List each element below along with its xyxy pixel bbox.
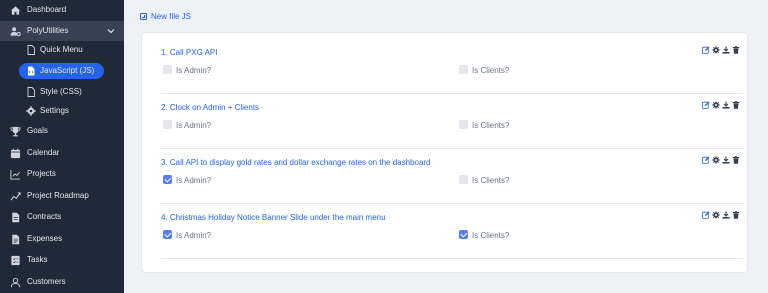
file-icon bbox=[26, 45, 36, 55]
new-file-js-label: New file JS bbox=[151, 12, 192, 21]
edit-icon[interactable] bbox=[702, 211, 710, 220]
is-clients-label: Is Clients? bbox=[472, 176, 510, 185]
plus-square-icon bbox=[140, 13, 147, 20]
sidebar-item-goals[interactable]: Goals bbox=[0, 121, 124, 141]
is-clients-checkbox[interactable] bbox=[459, 230, 468, 239]
expense-icon bbox=[9, 233, 21, 245]
sidebar-item-label: Calendar bbox=[27, 148, 60, 157]
entry-actions bbox=[702, 211, 740, 220]
sidebar-item-label: Tasks bbox=[27, 255, 48, 264]
trophy-icon bbox=[9, 125, 21, 137]
trash-icon[interactable] bbox=[732, 101, 740, 110]
roadmap-icon bbox=[9, 190, 21, 202]
is-clients-checkbox[interactable] bbox=[459, 65, 468, 74]
sidebar-item-customers[interactable]: Customers bbox=[0, 272, 124, 292]
tasks-icon bbox=[9, 254, 21, 266]
trash-icon[interactable] bbox=[732, 46, 740, 55]
is-clients-checkbox[interactable] bbox=[459, 175, 468, 184]
gear-icon[interactable] bbox=[712, 211, 720, 220]
trash-icon[interactable] bbox=[732, 211, 740, 220]
file-icon bbox=[26, 87, 36, 97]
entry-title-link[interactable]: 4. Christmas Holiday Notice Banner Slide… bbox=[161, 213, 386, 222]
is-clients-label: Is Clients? bbox=[472, 121, 510, 130]
gear-icon[interactable] bbox=[712, 46, 720, 55]
sidebar-item-tasks[interactable]: Tasks bbox=[0, 250, 124, 270]
edit-icon[interactable] bbox=[702, 46, 710, 55]
sidebar-item-label: Expenses bbox=[27, 234, 63, 243]
is-admin-checkbox[interactable] bbox=[163, 120, 172, 129]
sidebar-item-label: Settings bbox=[40, 106, 69, 115]
list-item: 3. Call API to display gold rates and do… bbox=[161, 150, 743, 205]
new-file-js-button[interactable]: New file JS bbox=[140, 12, 191, 21]
sidebar-item-label: Dashboard bbox=[27, 5, 67, 14]
contract-icon bbox=[9, 211, 21, 223]
users-icon bbox=[9, 276, 21, 288]
divider bbox=[161, 148, 743, 149]
is-admin-label: Is Admin? bbox=[176, 121, 212, 130]
sidebar-item-polyutilities[interactable]: PolyUtilities bbox=[0, 21, 124, 41]
divider bbox=[161, 93, 743, 94]
sidebar-item-label: Project Roadmap bbox=[27, 191, 89, 200]
sidebar-subitem-javascript[interactable]: JavaScript (JS) bbox=[0, 63, 124, 79]
is-admin-label: Is Admin? bbox=[176, 66, 212, 75]
list-item: 1. Call PXG API Is Admin? Is Clients? bbox=[161, 40, 743, 95]
sidebar-subitem-style[interactable]: Style (CSS) bbox=[0, 84, 124, 100]
is-admin-label: Is Admin? bbox=[176, 231, 212, 240]
entry-title-link[interactable]: 1. Call PXG API bbox=[161, 48, 217, 57]
sidebar-item-projects[interactable]: Projects bbox=[0, 164, 124, 184]
entry-title-link[interactable]: 3. Call API to display gold rates and do… bbox=[161, 158, 431, 167]
sidebar-subitem-quick-menu[interactable]: Quick Menu bbox=[0, 42, 124, 58]
sidebar-item-label: PolyUtilities bbox=[27, 26, 69, 35]
sidebar-item-label: Projects bbox=[27, 169, 56, 178]
sidebar-item-expenses[interactable]: Expenses bbox=[0, 229, 124, 249]
sidebar-subitem-settings[interactable]: Settings bbox=[0, 103, 124, 119]
calendar-icon bbox=[9, 147, 21, 159]
download-icon[interactable] bbox=[722, 156, 730, 165]
is-clients-label: Is Clients? bbox=[472, 231, 510, 240]
download-icon[interactable] bbox=[722, 101, 730, 110]
trash-icon[interactable] bbox=[732, 156, 740, 165]
download-icon[interactable] bbox=[722, 211, 730, 220]
entry-title-link[interactable]: 2. Clock on Admin + Clients bbox=[161, 103, 259, 112]
sidebar-item-label: Customers bbox=[27, 277, 66, 286]
list-item: 4. Christmas Holiday Notice Banner Slide… bbox=[161, 205, 743, 260]
is-admin-checkbox[interactable] bbox=[163, 65, 172, 74]
sidebar-item-label: Contracts bbox=[27, 212, 62, 221]
edit-icon[interactable] bbox=[702, 101, 710, 110]
sidebar-item-label: Goals bbox=[27, 126, 48, 135]
download-icon[interactable] bbox=[722, 46, 730, 55]
divider bbox=[161, 258, 743, 259]
is-admin-checkbox[interactable] bbox=[163, 175, 172, 184]
chart-line-icon bbox=[9, 168, 21, 180]
entry-actions bbox=[702, 156, 740, 165]
sidebar: Dashboard PolyUtilities Quick Menu JavaS… bbox=[0, 0, 124, 293]
sidebar-item-label: Quick Menu bbox=[40, 45, 83, 54]
js-files-card: 1. Call PXG API Is Admin? Is Clients? 2.… bbox=[141, 32, 748, 273]
is-clients-checkbox[interactable] bbox=[459, 120, 468, 129]
sidebar-item-label: Style (CSS) bbox=[40, 87, 82, 96]
gear-icon[interactable] bbox=[712, 156, 720, 165]
sidebar-item-contracts[interactable]: Contracts bbox=[0, 207, 124, 227]
divider bbox=[161, 203, 743, 204]
sidebar-item-calendar[interactable]: Calendar bbox=[0, 143, 124, 163]
home-icon bbox=[9, 4, 21, 16]
gear-icon bbox=[26, 106, 36, 116]
gear-icon[interactable] bbox=[712, 101, 720, 110]
sidebar-item-dashboard[interactable]: Dashboard bbox=[0, 0, 124, 20]
entry-actions bbox=[702, 101, 740, 110]
user-gear-icon bbox=[9, 25, 21, 37]
file-code-icon bbox=[26, 66, 36, 76]
chevron-down-icon bbox=[107, 29, 115, 34]
is-admin-label: Is Admin? bbox=[176, 176, 212, 185]
edit-icon[interactable] bbox=[702, 156, 710, 165]
sidebar-item-label: JavaScript (JS) bbox=[40, 66, 95, 75]
is-clients-label: Is Clients? bbox=[472, 66, 510, 75]
list-item: 2. Clock on Admin + Clients Is Admin? Is… bbox=[161, 95, 743, 150]
sidebar-item-project-roadmap[interactable]: Project Roadmap bbox=[0, 186, 124, 206]
is-admin-checkbox[interactable] bbox=[163, 230, 172, 239]
entry-actions bbox=[702, 46, 740, 55]
